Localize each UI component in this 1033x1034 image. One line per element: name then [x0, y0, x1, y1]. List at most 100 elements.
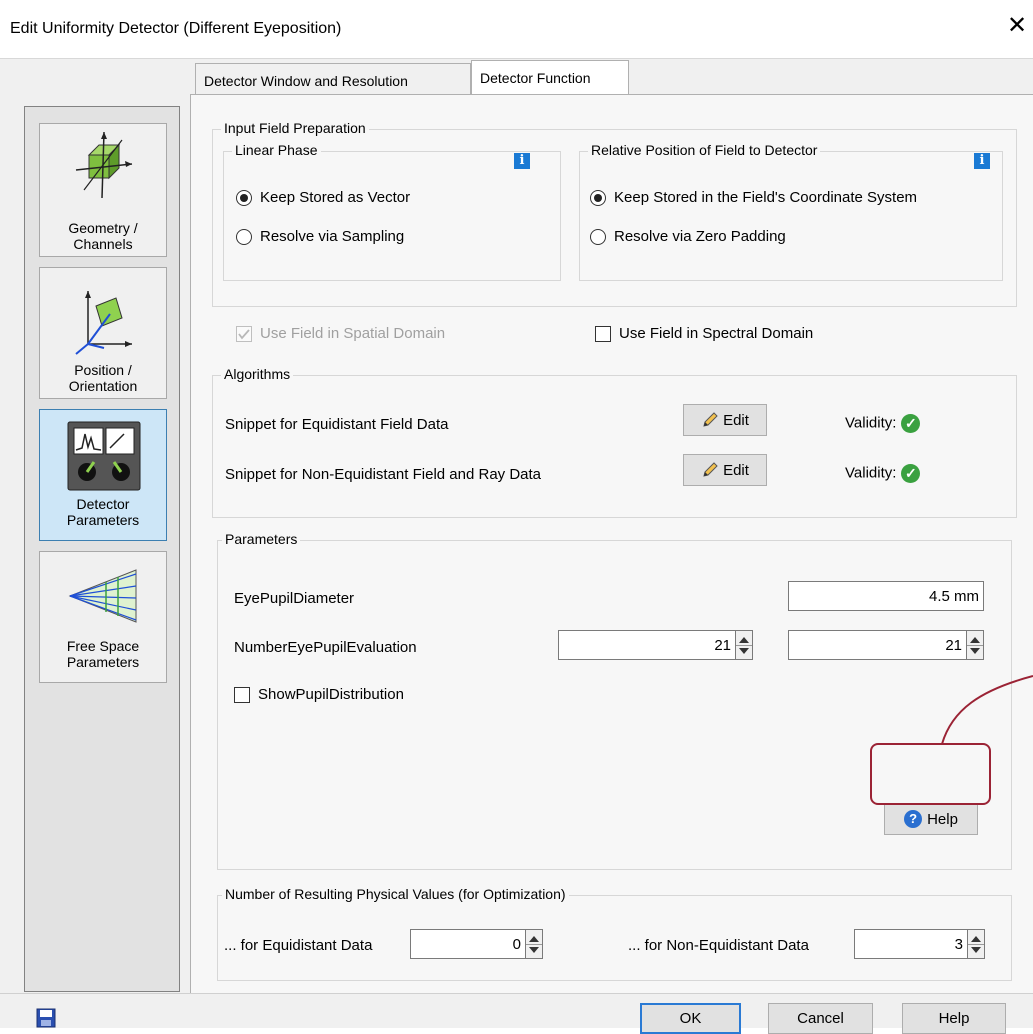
- equidistant-data-input[interactable]: 0: [410, 929, 526, 959]
- checkbox-unchecked-icon: [234, 686, 250, 703]
- resulting-values-group: Number of Resulting Physical Values (for…: [217, 886, 1012, 981]
- snippet-equidistant-label: Snippet for Equidistant Field Data: [225, 416, 449, 433]
- checkbox-unchecked-icon: [595, 325, 611, 342]
- eye-pupil-diameter-label: EyePupilDiameter: [234, 590, 355, 607]
- linear-phase-group: Linear Phase i Keep Stored as Vector Res…: [223, 142, 561, 281]
- group-title: Linear Phase: [232, 142, 321, 158]
- edit-snippet-equidistant-button[interactable]: Edit: [683, 404, 767, 436]
- radio-label: Resolve via Sampling: [260, 228, 405, 245]
- algorithms-group: Algorithms Snippet for Equidistant Field…: [212, 366, 1017, 518]
- radio-unselected-icon: [236, 228, 252, 245]
- sidebar-item-label: Parameters: [66, 512, 140, 528]
- radio-label: Resolve via Zero Padding: [614, 228, 786, 245]
- checkbox-label: Use Field in Spectral Domain: [619, 325, 814, 342]
- save-icon[interactable]: [36, 1008, 56, 1028]
- sidebar-item-label: Channels: [73, 236, 133, 252]
- spin-down-icon: [529, 947, 539, 953]
- radio-resolve-sampling[interactable]: Resolve via Sampling: [236, 228, 404, 245]
- validity-status: Validity: ✓: [845, 464, 921, 483]
- sidebar-item-free-space-parameters[interactable]: Free Space Parameters: [39, 551, 167, 683]
- sidebar-item-label: Position /: [74, 362, 132, 378]
- sidebar-item-position-orientation[interactable]: Position / Orientation: [39, 267, 167, 399]
- eye-pupil-evaluation-x-stepper[interactable]: [736, 630, 753, 660]
- dialog-body: Geometry / Channels Position / Orientati…: [0, 58, 1033, 1034]
- pencil-icon: [703, 462, 718, 477]
- radio-selected-icon: [236, 189, 252, 206]
- group-title: Number of Resulting Physical Values (for…: [222, 886, 569, 902]
- sidebar: Geometry / Channels Position / Orientati…: [24, 106, 180, 992]
- eye-pupil-evaluation-y-stepper[interactable]: [967, 630, 984, 660]
- edit-snippet-non-equidistant-button[interactable]: Edit: [683, 454, 767, 486]
- checkbox-checked-icon: [236, 325, 252, 342]
- sidebar-item-label: Parameters: [66, 654, 140, 670]
- equidistant-data-stepper[interactable]: [526, 929, 543, 959]
- sidebar-item-detector-parameters[interactable]: Detector Parameters: [39, 409, 167, 541]
- equidistant-data-label: ... for Equidistant Data: [224, 937, 373, 954]
- info-icon[interactable]: i: [514, 153, 530, 169]
- ok-button[interactable]: OK: [640, 1003, 741, 1034]
- checkbox-label: Use Field in Spatial Domain: [260, 325, 446, 342]
- radio-unselected-icon: [590, 228, 606, 245]
- info-icon[interactable]: i: [974, 153, 990, 169]
- spin-down-icon: [970, 648, 980, 654]
- validity-label: Validity:: [845, 464, 897, 482]
- cancel-button[interactable]: Cancel: [768, 1003, 873, 1034]
- group-title: Parameters: [222, 531, 301, 547]
- non-equidistant-data-label: ... for Non-Equidistant Data: [628, 937, 809, 954]
- group-title: Algorithms: [221, 366, 294, 382]
- tab-panel-detector-function: Input Field Preparation Linear Phase i K…: [190, 94, 1033, 994]
- non-equidistant-data-stepper[interactable]: [968, 929, 985, 959]
- pencil-icon: [703, 412, 718, 427]
- help-question-icon: ?: [904, 810, 923, 828]
- radio-keep-stored-coordinate-system[interactable]: Keep Stored in the Field's Coordinate Sy…: [590, 189, 917, 206]
- radio-selected-icon: [590, 189, 606, 206]
- spin-down-icon: [971, 947, 981, 953]
- sidebar-item-geometry-channels[interactable]: Geometry / Channels: [39, 123, 167, 257]
- free-space-beam-icon: [68, 569, 137, 623]
- spin-down-icon: [739, 648, 749, 654]
- help-label: Help: [927, 810, 958, 828]
- help-highlight-box: [870, 743, 991, 805]
- footer-divider: [0, 993, 1033, 994]
- input-field-preparation-group: Input Field Preparation Linear Phase i K…: [212, 120, 1017, 307]
- edit-label: Edit: [723, 411, 749, 429]
- help-button[interactable]: Help: [902, 1003, 1006, 1034]
- sidebar-item-label: Detector: [76, 496, 130, 512]
- relative-position-group: Relative Position of Field to Detector i…: [579, 142, 1003, 281]
- detector-device-icon: [67, 421, 141, 491]
- close-icon[interactable]: ✕: [1007, 14, 1027, 38]
- edit-label: Edit: [723, 461, 749, 479]
- group-title: Input Field Preparation: [221, 120, 369, 136]
- tab-detector-function[interactable]: Detector Function: [471, 60, 629, 96]
- sidebar-item-label: Geometry /: [68, 220, 138, 236]
- parameters-help-button[interactable]: ? Help: [884, 803, 978, 835]
- valid-check-icon: ✓: [901, 414, 921, 433]
- non-equidistant-data-input[interactable]: 3: [854, 929, 968, 959]
- sidebar-item-label: Orientation: [68, 378, 138, 394]
- radio-keep-stored-vector[interactable]: Keep Stored as Vector: [236, 189, 410, 206]
- annotation-arrow-curve: [941, 675, 1033, 745]
- snippet-non-equidistant-label: Snippet for Non-Equidistant Field and Ra…: [225, 466, 542, 483]
- eye-pupil-evaluation-y-input[interactable]: 21: [788, 630, 967, 660]
- tab-detector-window-resolution[interactable]: Detector Window and Resolution: [195, 63, 471, 95]
- valid-check-icon: ✓: [901, 464, 921, 483]
- use-field-spatial-domain-checkbox[interactable]: Use Field in Spatial Domain: [236, 325, 445, 342]
- spin-up-icon: [739, 637, 749, 643]
- eye-pupil-diameter-input[interactable]: 4.5 mm: [788, 581, 984, 611]
- radio-label: Keep Stored in the Field's Coordinate Sy…: [614, 189, 918, 206]
- radio-resolve-zero-padding[interactable]: Resolve via Zero Padding: [590, 228, 786, 245]
- position-axes-icon: [75, 291, 132, 355]
- eye-pupil-evaluation-x-input[interactable]: 21: [558, 630, 736, 660]
- number-eye-pupil-evaluation-label: NumberEyePupilEvaluation: [234, 639, 417, 656]
- radio-label: Keep Stored as Vector: [260, 189, 411, 206]
- parameters-group: Parameters EyePupilDiameter 4.5 mm Numbe…: [217, 531, 1012, 870]
- spin-up-icon: [529, 936, 539, 942]
- checkbox-label: ShowPupilDistribution: [258, 686, 404, 703]
- spin-up-icon: [970, 637, 980, 643]
- sidebar-item-label: Free Space: [66, 638, 140, 654]
- title-bar: Edit Uniformity Detector (Different Eyep…: [0, 0, 1033, 58]
- spin-up-icon: [971, 936, 981, 942]
- use-field-spectral-domain-checkbox[interactable]: Use Field in Spectral Domain: [595, 325, 813, 342]
- window-title: Edit Uniformity Detector (Different Eyep…: [10, 20, 342, 37]
- show-pupil-distribution-checkbox[interactable]: ShowPupilDistribution: [234, 686, 404, 703]
